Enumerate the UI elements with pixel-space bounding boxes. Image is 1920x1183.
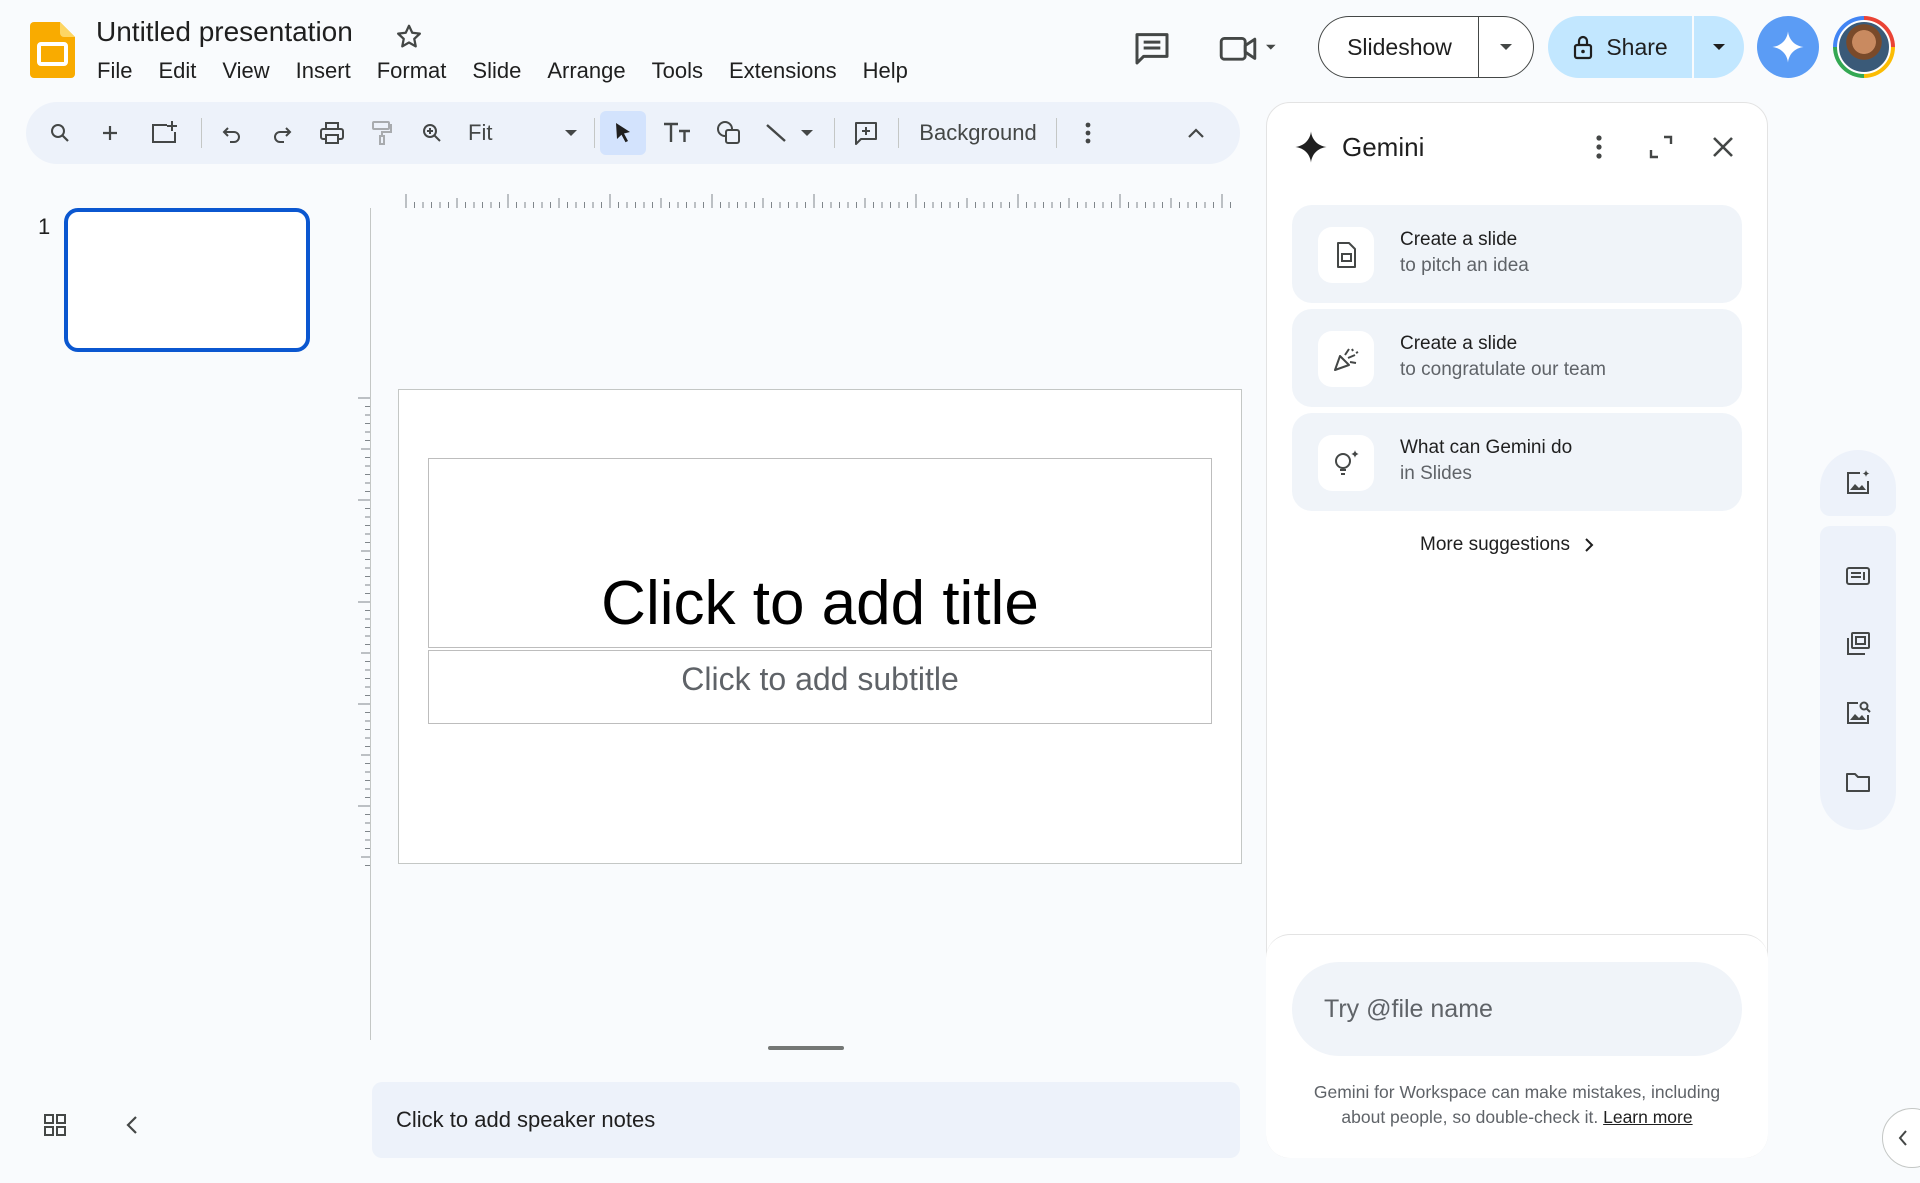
slide-doc-icon [1318,227,1374,283]
more-suggestions-label: More suggestions [1420,534,1570,555]
share-dropdown-button[interactable] [1694,16,1744,78]
document-title[interactable]: Untitled presentation [96,16,353,48]
slide-thumbnail[interactable] [64,208,310,352]
canvas-edge [370,208,371,1040]
lightbulb-sparkle-icon [1318,435,1374,491]
background-button[interactable]: Background [904,113,1052,153]
subtitle-placeholder[interactable]: Click to add subtitle [428,650,1212,724]
chevron-left-icon [1898,1130,1907,1146]
menu-edit[interactable]: Edit [145,56,209,86]
side-panel-toggle[interactable] [1882,1108,1920,1168]
slides-library-icon[interactable] [1844,630,1872,658]
paint-format-icon[interactable] [362,113,402,153]
gemini-sparkle-icon [1772,31,1804,63]
add-comment-icon[interactable] [844,113,888,153]
suggestion-subtitle: in Slides [1400,463,1472,484]
shape-icon[interactable] [706,113,752,153]
gemini-disclaimer: Gemini for Workspace can make mistakes, … [1292,1080,1742,1130]
redo-icon[interactable] [262,113,302,153]
suggestion-subtitle: to congratulate our team [1400,359,1606,380]
generate-image-icon[interactable] [1844,469,1872,497]
account-avatar[interactable] [1833,16,1895,78]
gemini-title: Gemini [1342,132,1425,162]
title-placeholder[interactable]: Click to add title [428,458,1212,648]
undo-icon[interactable] [212,113,252,153]
menu-insert[interactable]: Insert [283,56,364,86]
expand-icon[interactable] [1644,130,1678,164]
folder-icon[interactable] [1844,768,1872,796]
more-options-icon[interactable] [1070,113,1106,153]
comments-icon[interactable] [1132,28,1172,68]
close-icon[interactable] [1706,130,1740,164]
new-slide-icon[interactable] [90,113,130,153]
toolbar: Fit Background [26,102,1240,164]
chevron-down-icon [1500,44,1512,50]
print-icon[interactable] [312,113,352,153]
menu-bar: File Edit View Insert Format Slide Arran… [84,56,921,86]
suggestion-title: Create a slide [1400,229,1518,250]
search-menus-icon[interactable] [40,113,80,153]
gemini-sparkle-icon [1294,130,1328,164]
suggestion-what-can-gemini-do[interactable]: What can Gemini do in Slides [1292,413,1742,511]
keep-notes-icon[interactable] [1844,562,1872,590]
slide-number: 1 [38,214,51,239]
zoom-select[interactable]: Fit [464,113,584,153]
suggestion-congratulate-team[interactable]: Create a slide to congratulate our team [1292,309,1742,407]
suggestion-title: Create a slide [1400,333,1518,354]
new-slide-layout-icon[interactable] [142,113,186,153]
learn-more-link[interactable]: Learn more [1603,1107,1693,1127]
slides-logo-icon[interactable] [30,22,75,78]
share-label: Share [1606,33,1668,60]
collapse-filmstrip-icon[interactable] [120,1112,150,1142]
share-button[interactable]: Share [1548,16,1692,78]
vertical-ruler [358,396,370,866]
select-tool-icon[interactable] [600,111,646,155]
slideshow-dropdown-button[interactable] [1478,16,1534,78]
menu-slide[interactable]: Slide [459,56,534,86]
grid-view-icon[interactable] [42,1112,72,1142]
gemini-more-icon[interactable] [1582,130,1616,164]
zoom-value: Fit [468,120,493,145]
menu-file[interactable]: File [84,56,145,86]
chevron-down-icon [565,130,577,136]
avatar-image [1837,20,1891,74]
meet-camera-icon[interactable] [1218,28,1282,68]
more-suggestions-link[interactable]: More suggestions [1420,534,1594,556]
party-popper-icon [1318,331,1374,387]
suggestion-title: What can Gemini do [1400,437,1573,458]
slideshow-button[interactable]: Slideshow [1318,16,1480,78]
line-tool-icon[interactable] [758,113,824,153]
notes-resize-handle[interactable] [768,1046,844,1050]
image-search-icon[interactable] [1844,699,1872,727]
text-box-icon[interactable] [654,113,700,153]
suggestion-subtitle: to pitch an idea [1400,255,1529,276]
menu-arrange[interactable]: Arrange [534,56,638,86]
chevron-down-icon [1713,44,1725,50]
menu-view[interactable]: View [209,56,282,86]
zoom-icon[interactable] [412,113,452,153]
menu-extensions[interactable]: Extensions [716,56,850,86]
chevron-right-icon [1585,538,1594,552]
menu-help[interactable]: Help [850,56,921,86]
menu-format[interactable]: Format [364,56,460,86]
menu-tools[interactable]: Tools [639,56,716,86]
star-icon[interactable] [394,22,424,52]
lock-icon [1574,35,1593,60]
gemini-button[interactable] [1757,16,1819,78]
suggestion-pitch-idea[interactable]: Create a slide to pitch an idea [1292,205,1742,303]
horizontal-ruler [404,192,1240,208]
gemini-prompt-input[interactable] [1292,962,1742,1056]
speaker-notes[interactable]: Click to add speaker notes [372,1082,1240,1158]
collapse-toolbar-icon[interactable] [1176,113,1216,153]
